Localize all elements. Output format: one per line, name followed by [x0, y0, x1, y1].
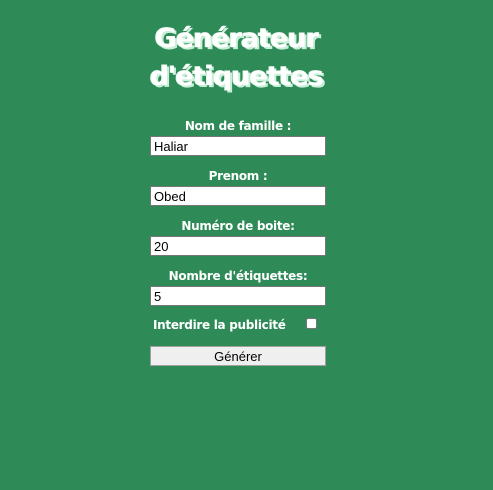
generate-button[interactable]: Générer	[150, 346, 326, 366]
first-name-label: Prenom :	[208, 169, 268, 183]
label-generator-form: Nom de famille : Prenom : Numéro de boit…	[150, 118, 326, 366]
label-count-label: Nombre d'étiquettes:	[168, 269, 308, 283]
page-title-line-2: d'étiquettes	[149, 61, 324, 92]
box-number-label: Numéro de boite:	[181, 219, 295, 233]
no-ads-checkbox[interactable]	[306, 318, 317, 329]
box-number-field-group: Numéro de boite:	[150, 218, 326, 256]
last-name-input[interactable]	[150, 136, 326, 156]
box-number-input[interactable]	[150, 236, 326, 256]
last-name-label: Nom de famille :	[184, 119, 292, 133]
label-count-field-group: Nombre d'étiquettes:	[150, 268, 326, 306]
no-ads-row: Interdire la publicité	[150, 316, 326, 338]
no-ads-label: Interdire la publicité	[153, 318, 286, 332]
last-name-field-group: Nom de famille :	[150, 118, 326, 156]
page-title: Générateur d'étiquettes	[0, 20, 473, 96]
first-name-field-group: Prenom :	[150, 168, 326, 206]
label-count-input[interactable]	[150, 286, 326, 306]
page-title-line-1: Générateur	[154, 23, 319, 54]
first-name-input[interactable]	[150, 186, 326, 206]
